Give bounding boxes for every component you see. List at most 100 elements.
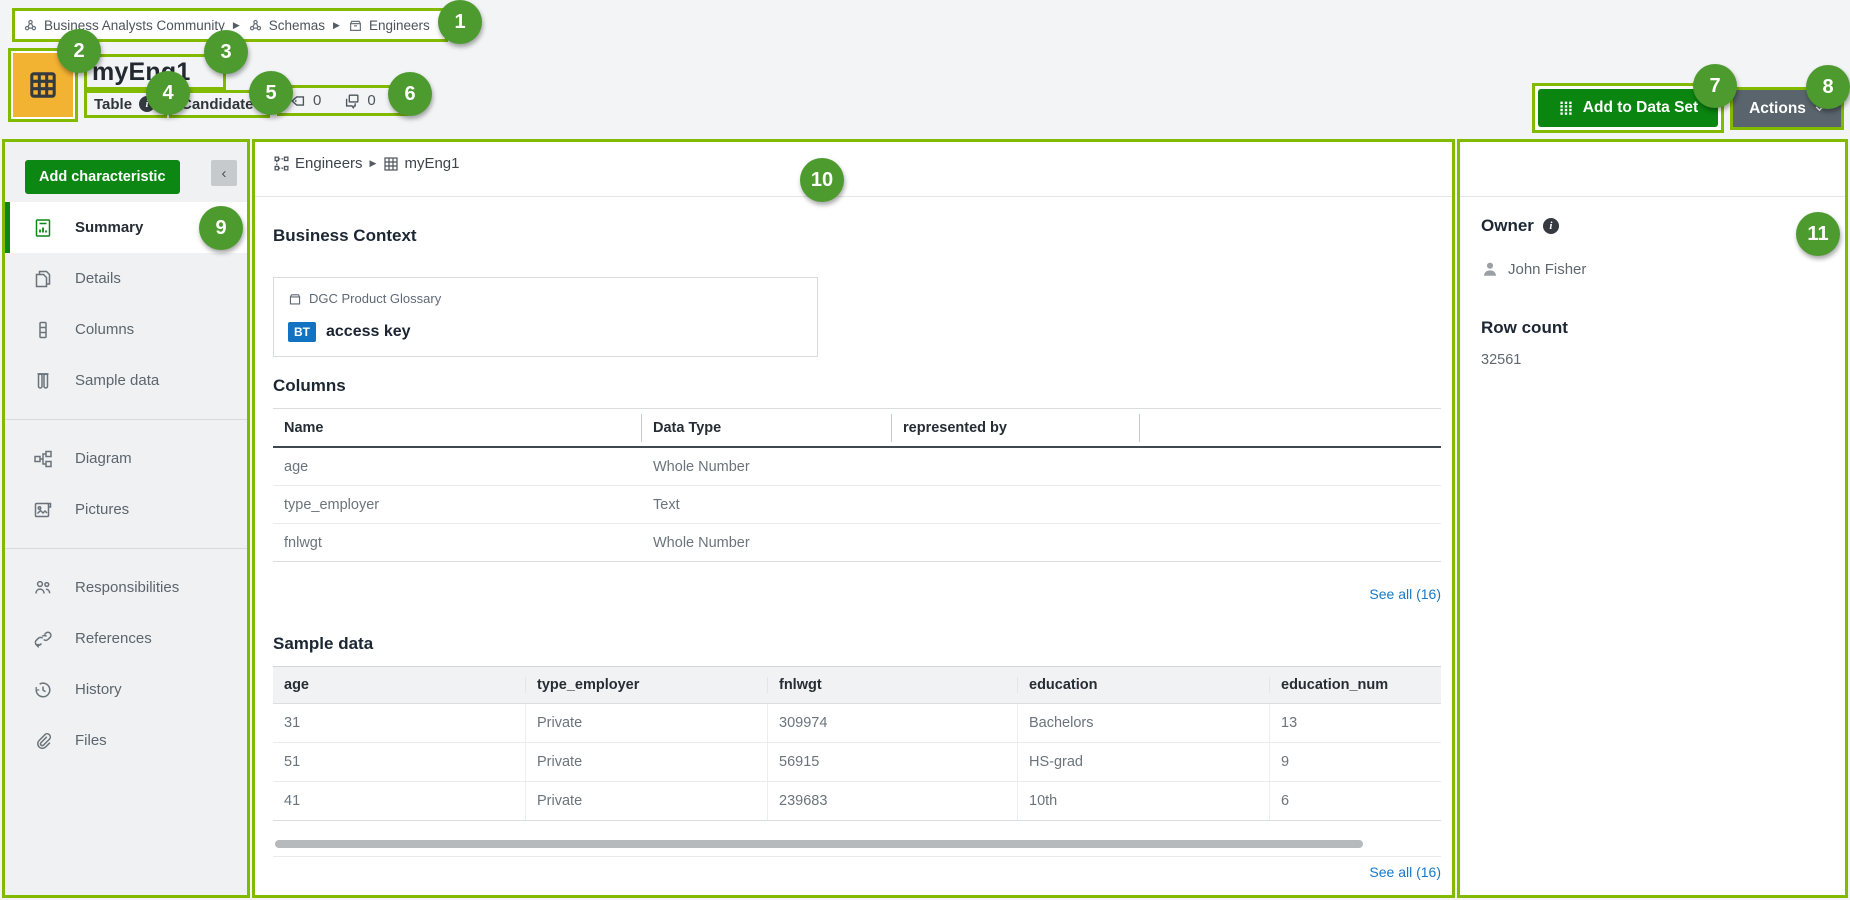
table-row[interactable]: fnlwgt Whole Number [273, 524, 1441, 562]
annotation-badge-6: 6 [388, 72, 432, 116]
person-icon [1481, 260, 1499, 278]
cell: Private [526, 743, 768, 781]
cell: Bachelors [1018, 704, 1270, 742]
sidebar-item-pictures[interactable]: Pictures [5, 484, 247, 535]
right-panel: Owner i John Fisher Row count 32561 [1457, 139, 1848, 898]
content-breadcrumb-myeng1: myEng1 [404, 155, 459, 172]
columns-table-header: Name Data Type represented by [273, 408, 1441, 448]
sidebar-item-label: Sample data [75, 372, 159, 389]
summary-icon [33, 218, 53, 238]
column-header: Name [273, 414, 642, 442]
add-to-dataset-label: Add to Data Set [1583, 99, 1698, 117]
content-breadcrumb-engineers[interactable]: Engineers [295, 155, 363, 172]
breadcrumb-separator-icon: ▶ [233, 20, 240, 31]
columns-icon [33, 320, 53, 340]
column-header: age [273, 677, 526, 693]
row-count-label: Row count [1481, 318, 1568, 338]
cell-name[interactable]: type_employer [273, 497, 642, 513]
column-header [1140, 414, 1441, 442]
community-icon [248, 18, 263, 33]
cell: Private [526, 704, 768, 742]
business-term-link[interactable]: access key [326, 323, 411, 341]
table-icon [383, 156, 399, 172]
sample-see-all-link[interactable]: See all (16) [273, 864, 1441, 880]
cell-datatype: Whole Number [642, 535, 892, 551]
annotation-badge-3: 3 [204, 30, 248, 74]
business-context-heading: Business Context [273, 226, 417, 246]
owner-name: John Fisher [1508, 261, 1586, 278]
sidebar-item-history[interactable]: History [5, 664, 247, 715]
annotation-badge-4: 4 [146, 71, 190, 115]
annotation-badge-5: 5 [249, 71, 293, 115]
cell: 31 [273, 704, 526, 742]
sidebar-item-sample-data[interactable]: Sample data [5, 355, 247, 406]
references-icon [33, 629, 53, 649]
status-badge[interactable]: Candidate [181, 96, 254, 113]
sidebar-item-label: References [75, 630, 152, 647]
cell: 239683 [768, 782, 1018, 820]
business-context-card: DGC Product Glossary BT access key [273, 277, 818, 357]
main-content: Engineers ▶ myEng1 Business Context DGC … [252, 139, 1455, 898]
add-characteristic-button[interactable]: Add characteristic [25, 160, 180, 194]
cell-name[interactable]: age [273, 459, 642, 475]
owner-label: Owner [1481, 216, 1534, 236]
sidebar-menu: Summary Details Columns [5, 202, 247, 766]
annotation-badge-9: 9 [199, 206, 243, 250]
scrollbar-thumb[interactable] [275, 840, 1363, 848]
sidebar-divider [5, 548, 247, 549]
annotation-badge-8: 8 [1806, 65, 1850, 109]
column-header: education_num [1270, 677, 1441, 693]
table-row: 51 Private 56915 HS-grad 9 [273, 743, 1441, 782]
sidebar-collapse-button[interactable]: ‹ [211, 160, 237, 186]
add-to-dataset-button[interactable]: Add to Data Set [1538, 89, 1718, 127]
columns-see-all-link[interactable]: See all (16) [273, 586, 1441, 602]
columns-table: Name Data Type represented by age Whole … [273, 408, 1441, 562]
comments-count[interactable]: 0 [367, 92, 375, 109]
sidebar-item-label: Summary [75, 219, 143, 236]
sidebar-item-diagram[interactable]: Diagram [5, 433, 247, 484]
column-header: fnlwgt [768, 677, 1018, 693]
owner-user[interactable]: John Fisher [1481, 260, 1586, 278]
sidebar-divider [5, 419, 247, 420]
table-row: 31 Private 309974 Bachelors 13 [273, 704, 1441, 743]
breadcrumb-schemas[interactable]: Schemas [269, 18, 325, 33]
column-header: type_employer [526, 677, 768, 693]
cell-name[interactable]: fnlwgt [273, 535, 642, 551]
cell-datatype: Whole Number [642, 459, 892, 475]
community-icon [23, 18, 38, 33]
cell: Private [526, 782, 768, 820]
details-icon [33, 269, 53, 289]
pictures-icon [33, 500, 53, 520]
tags-count[interactable]: 0 [313, 92, 321, 109]
breadcrumb-separator-icon: ▶ [333, 20, 340, 31]
sidebar-item-references[interactable]: References [5, 613, 247, 664]
column-header: Data Type [642, 414, 892, 442]
schema-nodes-icon [273, 155, 290, 172]
sidebar-item-label: Diagram [75, 450, 132, 467]
actions-label: Actions [1749, 100, 1806, 118]
sidebar: Add characteristic ‹ Summary [2, 139, 250, 898]
sample-table-header: age type_employer fnlwgt education educa… [273, 666, 1441, 704]
columns-heading: Columns [273, 376, 346, 396]
sidebar-item-details[interactable]: Details [5, 253, 247, 304]
comments-icon[interactable] [343, 92, 361, 110]
sidebar-item-columns[interactable]: Columns [5, 304, 247, 355]
row-count-value: 32561 [1481, 352, 1521, 368]
column-header: education [1018, 677, 1270, 693]
sidebar-item-files[interactable]: Files [5, 715, 247, 766]
sidebar-item-label: Files [75, 732, 107, 749]
breadcrumb-engineers[interactable]: Engineers [369, 18, 430, 33]
sidebar-item-label: Details [75, 270, 121, 287]
sidebar-item-responsibilities[interactable]: Responsibilities [5, 562, 247, 613]
cell: 10th [1018, 782, 1270, 820]
table-row[interactable]: age Whole Number [273, 448, 1441, 486]
table-row[interactable]: type_employer Text [273, 486, 1441, 524]
dataset-icon [1558, 100, 1574, 116]
annotation-badge-7: 7 [1693, 64, 1737, 108]
info-icon[interactable]: i [1543, 218, 1559, 234]
content-breadcrumb: Engineers ▶ myEng1 [273, 155, 460, 172]
cell: 56915 [768, 743, 1018, 781]
sample-data-icon [33, 371, 53, 391]
glossary-name: DGC Product Glossary [309, 291, 441, 306]
responsibilities-icon [33, 578, 53, 598]
